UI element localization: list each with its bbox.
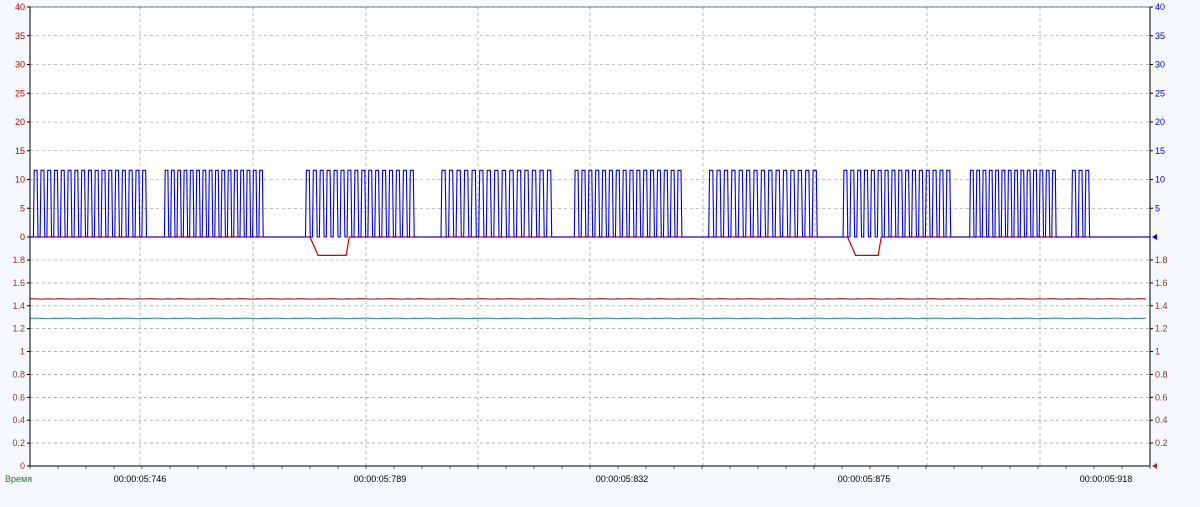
x-tick-label: 00:00:05:789 xyxy=(354,474,407,484)
y-tick-left-lower: 1.6 xyxy=(12,278,25,288)
y-tick-left-upper: 15 xyxy=(15,146,25,156)
zero-marker-blue xyxy=(1152,234,1157,240)
y-tick-left-lower: 1.4 xyxy=(12,301,25,311)
y-tick-left-lower: 1 xyxy=(20,347,25,357)
y-tick-left-upper: 5 xyxy=(20,203,25,213)
y-tick-right-lower: 1.4 xyxy=(1155,301,1168,311)
y-tick-left-upper: 0 xyxy=(20,232,25,242)
y-tick-left-upper: 25 xyxy=(15,88,25,98)
x-tick-label: 00:00:05:832 xyxy=(596,474,649,484)
trace-lower-1 xyxy=(29,298,1147,300)
y-tick-left-upper: 35 xyxy=(15,31,25,41)
y-tick-right-lower: 1.8 xyxy=(1155,255,1168,265)
y-tick-right-upper: 5 xyxy=(1155,203,1160,213)
oscilloscope-chart: 0 5 10 15 20 25 30 35 40 5 10 15 20 25 30 35 40 0 0.2 0.4 0.… xyxy=(5,2,1168,484)
zero-marker-red xyxy=(1152,463,1157,469)
y-tick-right-upper: 10 xyxy=(1155,175,1165,185)
y-tick-left-upper: 20 xyxy=(15,117,25,127)
y-tick-right-lower: 0.6 xyxy=(1155,392,1168,402)
y-tick-left-lower: 0.6 xyxy=(12,392,25,402)
x-tick-label: 00:00:05:918 xyxy=(1080,474,1133,484)
y-tick-right-upper: 20 xyxy=(1155,117,1165,127)
y-tick-left-upper: 30 xyxy=(15,60,25,70)
y-tick-left-lower: 0 xyxy=(20,461,25,471)
y-tick-right-upper: 15 xyxy=(1155,146,1165,156)
y-tick-left-lower: 1.2 xyxy=(12,324,25,334)
y-tick-left-upper: 40 xyxy=(15,2,25,12)
y-tick-right-upper: 25 xyxy=(1155,88,1165,98)
x-axis-label: Время xyxy=(5,474,32,484)
y-tick-left-lower: 0.8 xyxy=(12,369,25,379)
y-tick-right-lower: 1.2 xyxy=(1155,324,1168,334)
y-tick-right-lower: 0.4 xyxy=(1155,415,1168,425)
x-tick-label: 00:00:05:875 xyxy=(838,474,891,484)
y-tick-left-lower: 1.8 xyxy=(12,255,25,265)
y-tick-right-lower: 0.8 xyxy=(1155,369,1168,379)
y-tick-left-lower: 0.2 xyxy=(12,438,25,448)
y-tick-right-lower: 1 xyxy=(1155,347,1160,357)
y-tick-left-upper: 10 xyxy=(15,175,25,185)
y-tick-right-upper: 40 xyxy=(1155,2,1165,12)
trace-lower-2 xyxy=(29,317,1147,320)
y-tick-left-lower: 0.4 xyxy=(12,415,25,425)
x-tick-label: 00:00:05:746 xyxy=(114,474,167,484)
y-tick-right-upper: 30 xyxy=(1155,60,1165,70)
y-tick-right-upper: 35 xyxy=(1155,31,1165,41)
y-tick-right-lower: 1.6 xyxy=(1155,278,1168,288)
y-tick-right-lower: 0.2 xyxy=(1155,438,1168,448)
